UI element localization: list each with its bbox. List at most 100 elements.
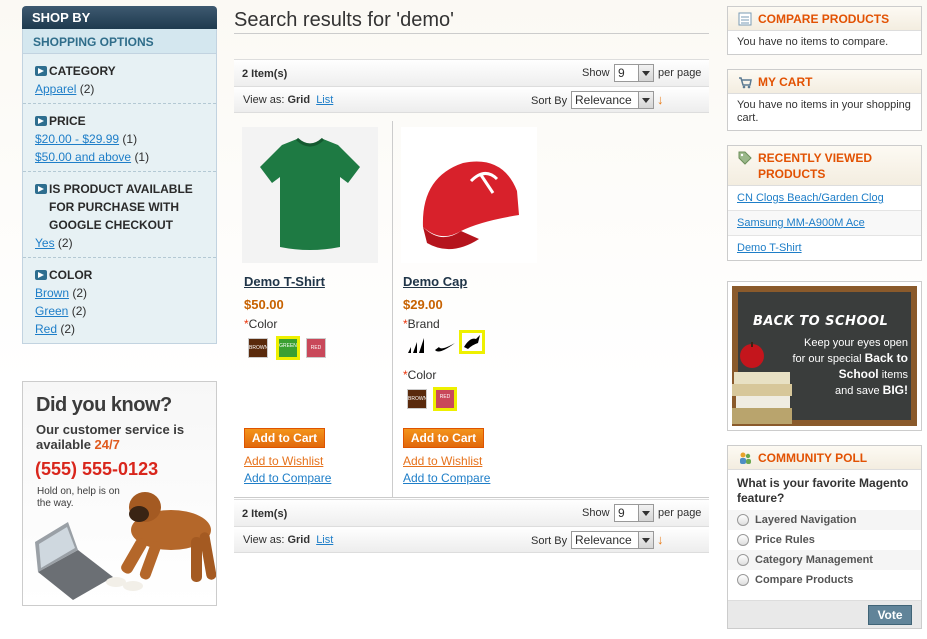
block-content: You have no items in your shopping cart. [737,99,911,124]
add-to-compare-link[interactable]: Add to Compare [403,471,490,485]
list-item: Demo T-Shirt [728,236,921,260]
filter-link[interactable]: $20.00 - $29.99 [35,132,119,146]
poll-option[interactable]: Compare Products [728,570,921,590]
my-cart-block: MY CART You have no items in your shoppi… [727,69,922,131]
attribute-label: *Brand [403,317,440,331]
add-to-wishlist-link[interactable]: Add to Wishlist [403,454,482,468]
filter-title: COLOR [49,268,93,282]
add-to-cart-button[interactable]: Add to Cart [244,428,325,448]
view-toolbar-top: View as: Grid List Sort By Relevance ↓ [234,87,709,113]
shop-by-block: SHOPPING OPTIONS CATEGORY Apparel (2) PR… [22,29,217,344]
poll-actions: Vote [728,600,921,628]
compare-products-block: COMPARE PRODUCTS You have no items to co… [727,6,922,55]
sort-direction-icon[interactable]: ↓ [657,532,664,547]
puma-logo-swatch-selected[interactable] [459,330,485,354]
poll-option[interactable]: Price Rules [728,530,921,550]
list-mode-link[interactable]: List [316,94,333,106]
grid-mode: Grid [287,534,311,546]
filter-option-price-2: $50.00 and above (1) [35,148,206,166]
filter-count: (2) [71,304,87,318]
swatch-red[interactable]: RED [306,338,326,358]
swatch-green-selected[interactable]: GREEN [276,336,300,360]
radio-button[interactable] [737,534,749,546]
pager-toolbar-top: 2 Item(s) Show 9 per page [234,59,709,87]
item-count: 2 Item(s) [242,68,288,80]
filter-link[interactable]: Red [35,322,57,336]
customer-service-banner[interactable]: Did you know? Our customer service is ava… [22,381,217,606]
show-label: Show [582,507,610,519]
radio-button[interactable] [737,554,749,566]
chevron-down-icon [638,505,653,521]
sort-select[interactable]: Relevance [571,91,654,109]
product-name-link[interactable]: Demo Cap [403,274,467,289]
recently-viewed-list: CN Clogs Beach/Garden Clog Samsung MM-A9… [728,186,921,260]
filter-option-brown: Brown (2) [35,284,206,302]
add-to-compare-link[interactable]: Add to Compare [244,471,331,485]
attribute-label: *Color [403,368,437,382]
block-content: You have no items to compare. [737,36,889,48]
main-content: Search results for 'demo' 2 Item(s) Show… [234,6,709,553]
adidas-logo-swatch[interactable] [405,335,429,357]
recent-product-link[interactable]: Demo T-Shirt [737,242,802,254]
recently-viewed-block: RECENTLY VIEWED PRODUCTS CN Clogs Beach/… [727,145,922,261]
radio-button[interactable] [737,514,749,526]
limit-select[interactable]: 9 [614,504,654,522]
product-item: Demo T-Shirt $50.00 *Color BROWN GREEN R… [234,121,392,498]
sort-direction-icon[interactable]: ↓ [657,92,664,107]
filter-option-apparel: Apparel (2) [35,80,206,98]
back-to-school-banner[interactable]: BACK TO SCHOOL Keep your eyes open for o… [727,281,922,431]
poll-option[interactable]: Layered Navigation [728,510,921,530]
recent-product-link[interactable]: CN Clogs Beach/Garden Clog [737,192,884,204]
add-to-wishlist-link[interactable]: Add to Wishlist [244,454,323,468]
sort-by-label: Sort By [531,95,568,107]
swatch-brown[interactable]: BROWN [248,338,268,358]
list-mode-link[interactable]: List [316,534,333,546]
recent-product-link[interactable]: Samsung MM-A900M Ace [737,217,865,229]
nike-logo-swatch[interactable] [433,335,457,357]
chevron-down-icon [638,532,653,548]
poll-option[interactable]: Category Management [728,550,921,570]
product-price: $29.00 [403,297,443,312]
attribute-label: *Color [244,317,278,331]
show-label: Show [582,67,610,79]
filter-count: (2) [57,236,73,250]
filter-link[interactable]: Yes [35,236,55,250]
radio-button[interactable] [737,574,749,586]
block-title: COMPARE PRODUCTS [758,12,890,26]
view-mode: View as: Grid List [243,94,334,106]
layered-navigation: SHOP BY SHOPPING OPTIONS CATEGORY Appare… [22,6,217,344]
filter-price: PRICE $20.00 - $29.99 (1) $50.00 and abo… [23,104,216,172]
filter-option-green: Green (2) [35,302,206,320]
item-count: 2 Item(s) [242,508,288,520]
vote-button[interactable]: Vote [868,605,912,625]
list-item: Samsung MM-A900M Ace [728,211,921,236]
banner-title: BACK TO SCHOOL [753,314,889,329]
filter-link[interactable]: Apparel [35,82,76,96]
add-to-cart-button[interactable]: Add to Cart [403,428,484,448]
chevron-down-icon [638,92,653,108]
pager-toolbar-bottom: 2 Item(s) Show 9 per page [234,499,709,527]
filter-count: (1) [134,150,150,164]
shopping-options-heading: SHOPPING OPTIONS [23,29,216,54]
grid-mode: Grid [287,94,311,106]
filter-link[interactable]: Brown [35,286,69,300]
product-name-link[interactable]: Demo T-Shirt [244,274,325,289]
per-page-label: per page [658,507,702,519]
page-title: Search results for 'demo' [234,6,709,34]
filter-link[interactable]: $50.00 and above [35,150,131,164]
limit-select[interactable]: 9 [614,64,654,82]
filter-title: IS PRODUCT AVAILABLE FOR PURCHASE WITH G… [49,182,193,232]
product-image[interactable] [242,127,378,263]
filter-title: CATEGORY [49,64,116,78]
swatch-red-selected[interactable]: RED [433,387,457,411]
swatch-brown[interactable]: BROWN [407,389,427,409]
block-title: RECENTLY VIEWED PRODUCTS [758,151,873,181]
filter-link[interactable]: Green [35,304,68,318]
filter-count: (2) [60,322,76,336]
product-image[interactable] [401,127,537,263]
cart-icon [738,75,752,89]
filter-count: (1) [122,132,138,146]
sort-select[interactable]: Relevance [571,531,654,549]
block-title: MY CART [758,75,813,89]
filter-category: CATEGORY Apparel (2) [23,54,216,104]
